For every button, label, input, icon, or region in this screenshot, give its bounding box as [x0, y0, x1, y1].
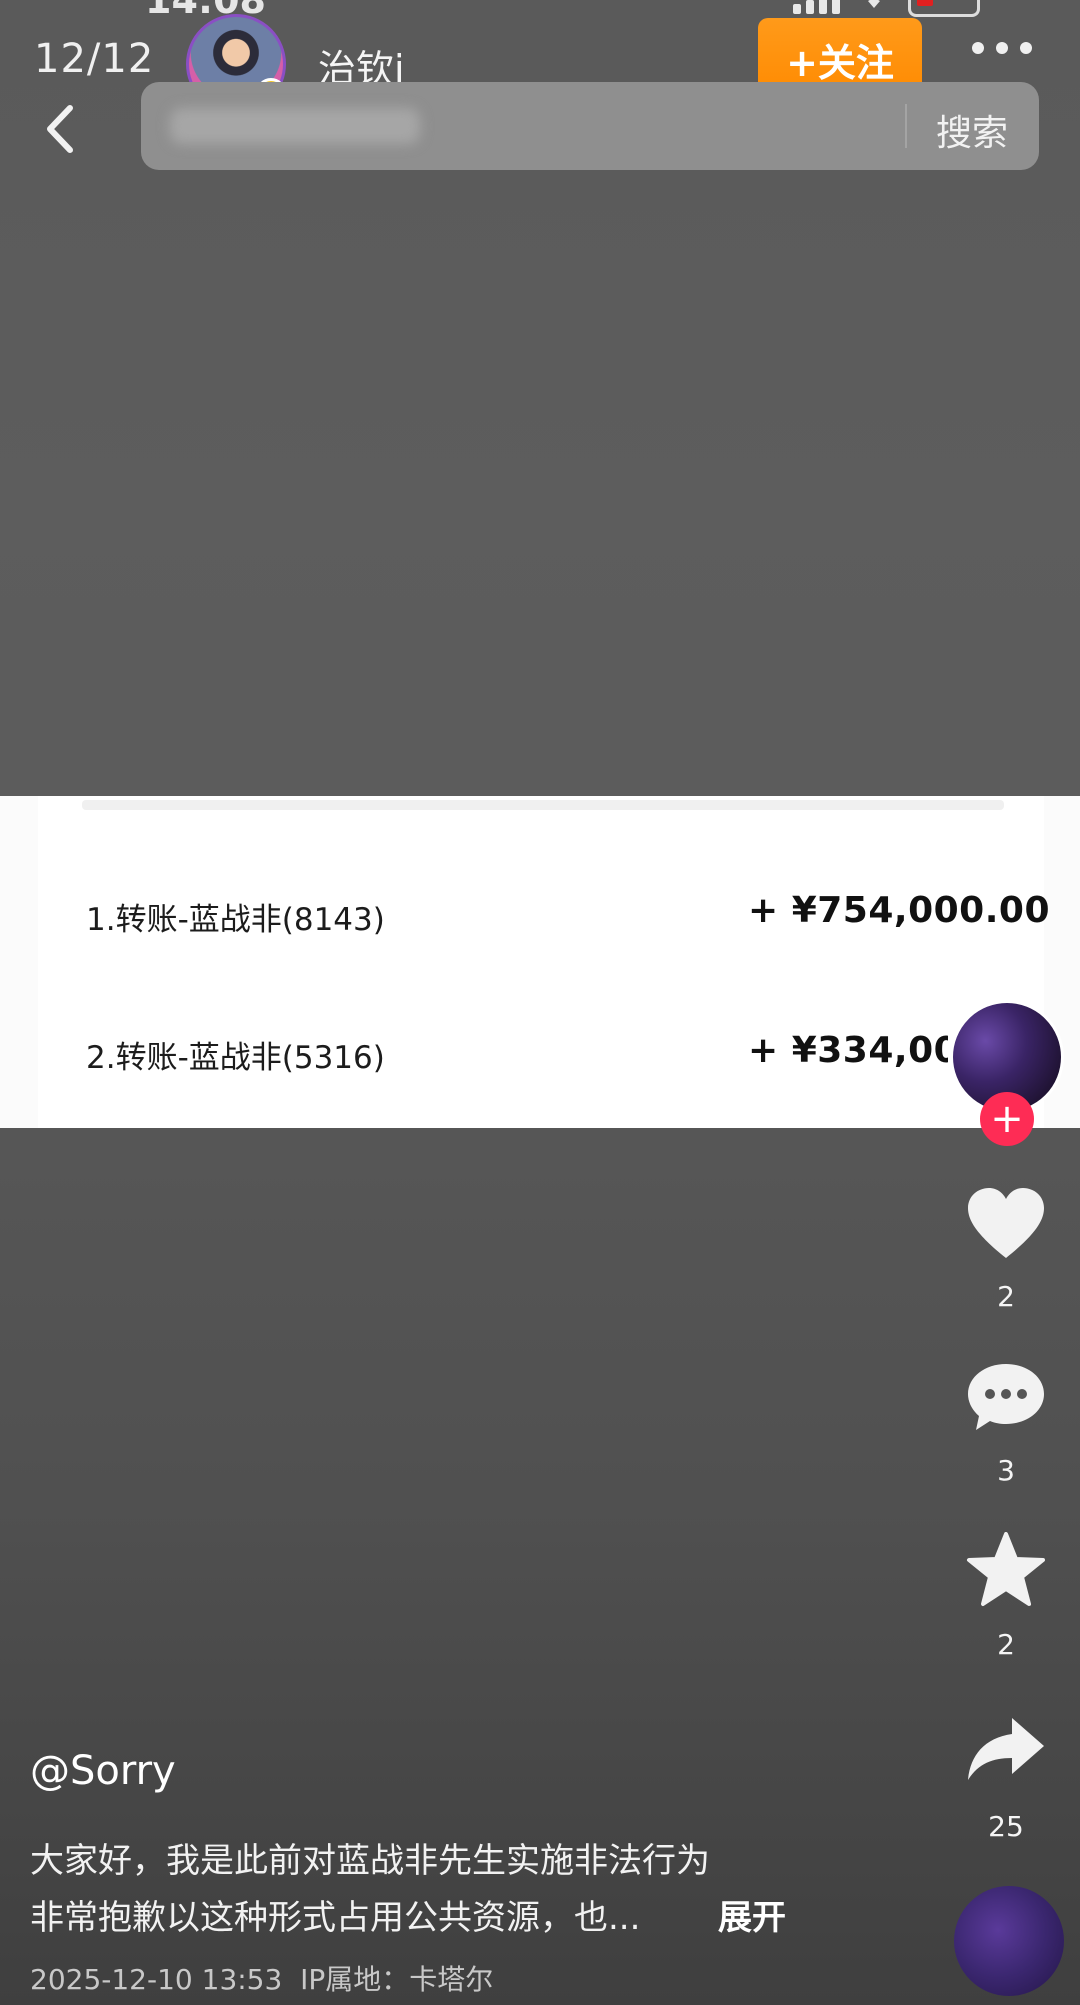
favorite-count: 2 — [997, 1628, 1015, 1661]
page-counter: 12/12 — [34, 36, 155, 82]
mention-link[interactable]: @Sorry — [30, 1748, 176, 1794]
heart-icon[interactable] — [966, 1186, 1046, 1262]
caption-line-2: 非常抱歉以这种形式占用公共资源，也... — [30, 1898, 641, 1938]
search-divider — [905, 104, 907, 148]
share-count: 25 — [988, 1810, 1024, 1843]
status-icons — [793, 0, 980, 17]
comment-icon[interactable] — [966, 1360, 1046, 1436]
transaction-card — [0, 796, 1080, 1128]
transaction-label: 1.转账-蓝战非(8143) — [86, 902, 385, 938]
like-count: 2 — [997, 1280, 1015, 1313]
post-meta: 2025-12-10 13:53 IP属地：卡塔尔 — [30, 1963, 494, 1996]
more-options-icon[interactable] — [972, 42, 1032, 54]
comment-count: 3 — [997, 1454, 1015, 1487]
card-divider — [82, 800, 1004, 810]
follow-plus-icon[interactable]: + — [980, 1092, 1034, 1146]
transaction-amount: + ¥334,000.00 — [748, 1030, 948, 1071]
expand-button[interactable]: 展开 — [718, 1890, 786, 1939]
battery-icon — [908, 0, 980, 17]
back-arrow-icon[interactable] — [40, 102, 88, 156]
card-left-edge — [0, 796, 38, 1128]
caption-line-1: 大家好，我是此前对蓝战非先生实施非法行为 — [30, 1841, 710, 1881]
signal-icon — [793, 0, 840, 14]
star-icon[interactable] — [966, 1532, 1046, 1608]
transaction-label: 2.转账-蓝战非(5316) — [86, 1040, 385, 1076]
search-input-blurred[interactable] — [170, 108, 420, 144]
transaction-amount: + ¥754,000.00 — [748, 890, 1050, 931]
music-disc-icon[interactable] — [954, 1886, 1064, 1996]
search-button[interactable]: 搜索 — [936, 104, 1008, 156]
share-arrow-icon[interactable] — [966, 1712, 1046, 1788]
wifi-icon — [868, 0, 880, 8]
